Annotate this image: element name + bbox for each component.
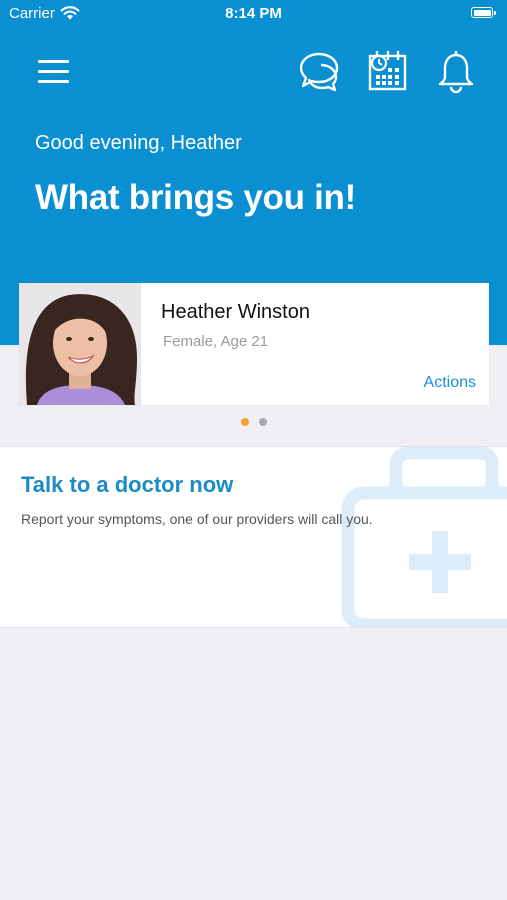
- calendar-icon[interactable]: [367, 48, 409, 92]
- doctor-card-title: Talk to a doctor now: [21, 472, 234, 497]
- actions-link[interactable]: Actions: [424, 374, 476, 392]
- menu-icon[interactable]: [38, 58, 70, 86]
- profile-name: Heather Winston: [161, 301, 310, 323]
- page-indicator: [0, 418, 507, 426]
- page-dot-active[interactable]: [240, 418, 249, 426]
- medkit-icon: [341, 447, 507, 627]
- greeting-text: Good evening, Heather: [35, 132, 242, 154]
- avatar: [19, 283, 141, 405]
- doctor-card-description: Report your symptoms, one of our provide…: [21, 511, 373, 527]
- talk-to-doctor-card[interactable]: Talk to a doctor now Report your symptom…: [0, 446, 507, 628]
- battery-icon: [471, 7, 496, 18]
- page-title: What brings you in!: [35, 178, 356, 217]
- bell-icon[interactable]: [437, 50, 475, 94]
- profile-detail: Female, Age 21: [163, 333, 269, 350]
- status-bar: Carrier 8:14 PM: [0, 0, 507, 28]
- page-dot[interactable]: [258, 418, 267, 426]
- chat-icon[interactable]: [297, 50, 341, 92]
- profile-card[interactable]: Heather Winston Female, Age 21 Actions: [19, 283, 489, 405]
- status-time: 8:14 PM: [225, 5, 282, 22]
